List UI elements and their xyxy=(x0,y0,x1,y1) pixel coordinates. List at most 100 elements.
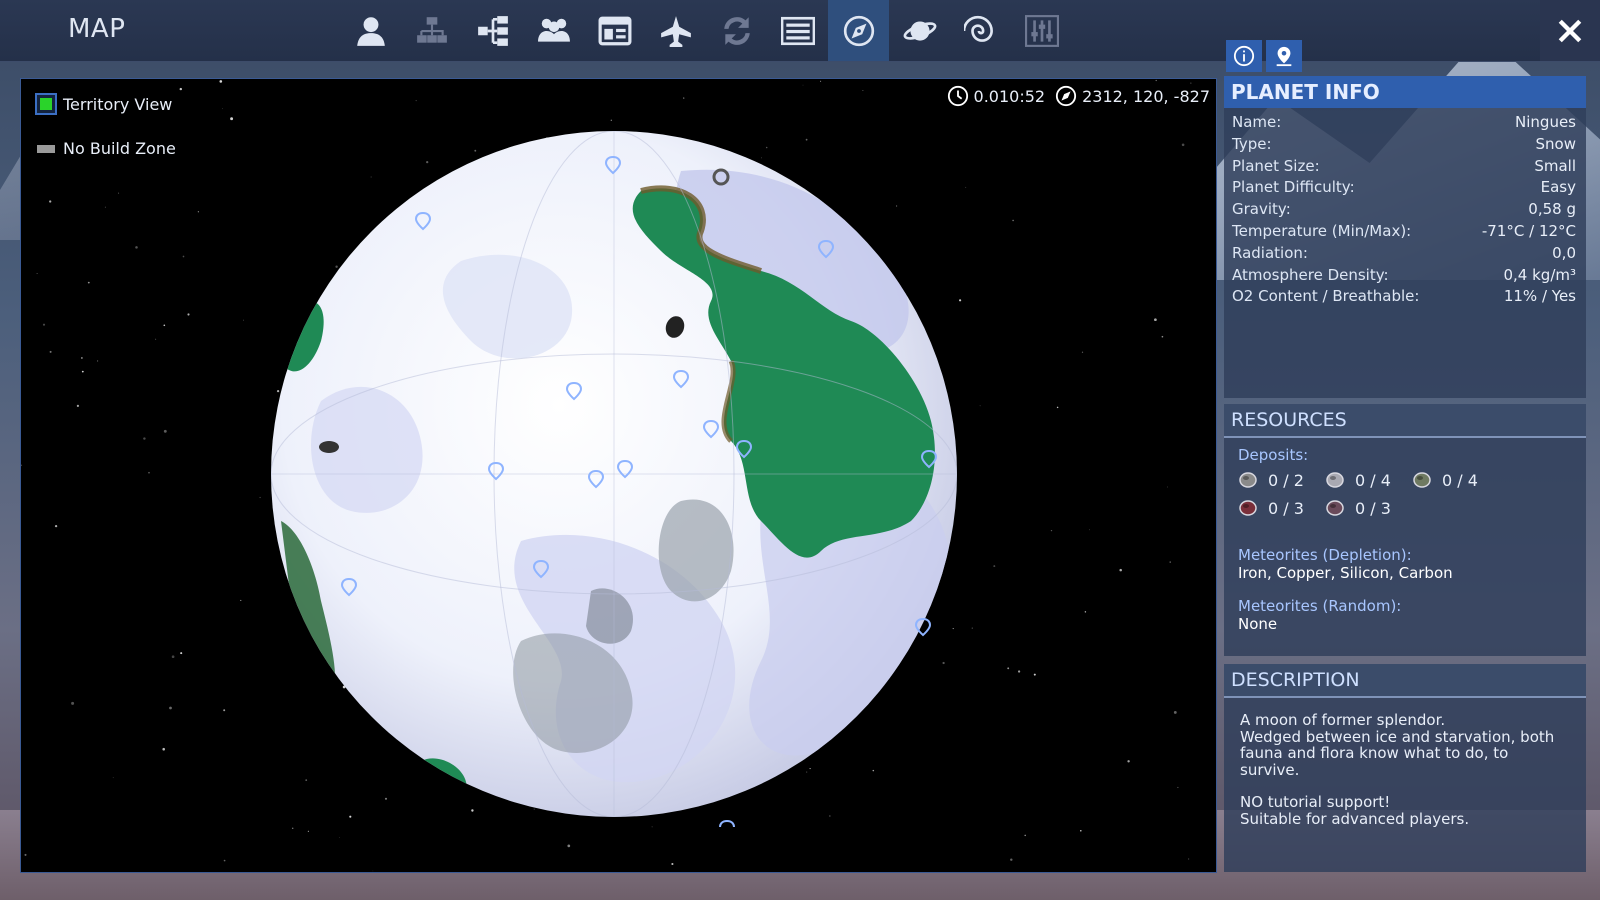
planet-button[interactable] xyxy=(889,0,950,61)
description-line-1: A moon of former splendor. xyxy=(1240,711,1446,729)
swap-button[interactable] xyxy=(706,0,767,61)
group-button[interactable] xyxy=(523,0,584,61)
meteorites-random-value: None xyxy=(1238,615,1278,633)
top-bar: MAP xyxy=(0,0,1600,62)
planet-info-value: 0,58 g xyxy=(1528,200,1576,219)
factions-button[interactable] xyxy=(401,0,462,61)
structure-tree-button[interactable] xyxy=(462,0,523,61)
territory-view-label[interactable]: Territory View xyxy=(63,95,172,114)
planet-info-row: Gravity: 0,58 g xyxy=(1232,199,1576,221)
planet-info-row: Atmosphere Density: 0,4 kg/m³ xyxy=(1232,265,1576,287)
planet-info-row: Temperature (Min/Max): -71°C / 12°C xyxy=(1232,221,1576,243)
planet-info-value: 0,0 xyxy=(1552,243,1576,262)
clock-icon xyxy=(947,85,968,107)
galaxy-button[interactable] xyxy=(950,0,1011,61)
compass-button[interactable] xyxy=(828,0,889,61)
player-button[interactable] xyxy=(340,0,401,61)
planet-info-value: Easy xyxy=(1540,178,1576,197)
planet-info-value: Small xyxy=(1534,156,1576,175)
deposit-item[interactable]: 0 / 3 xyxy=(1238,498,1325,518)
swap-icon xyxy=(723,16,750,45)
deposit-item[interactable]: 0 / 3 xyxy=(1325,498,1412,518)
planet-info-value: Ningues xyxy=(1515,113,1576,131)
list-icon xyxy=(780,16,815,45)
planet-info-label: Temperature (Min/Max): xyxy=(1232,221,1412,240)
info-icon xyxy=(1233,45,1255,67)
map-title: MAP xyxy=(68,14,126,44)
compass-small-icon xyxy=(1055,85,1077,107)
meteorites-depletion-label: Meteorites (Depletion): xyxy=(1238,546,1412,564)
description-text-1: A moon of former splendor. Wedged between… xyxy=(1240,712,1570,778)
planet-info-label: Atmosphere Density: xyxy=(1232,265,1389,284)
planet-info-panel: PLANET INFO Name: Ningues Type: Snow Planet … xyxy=(1224,76,1586,398)
ore-gray-icon xyxy=(1239,472,1257,488)
description-line-4: Suitable for advanced players. xyxy=(1240,809,1470,828)
ship-icon xyxy=(660,15,691,47)
tab-info[interactable] xyxy=(1226,40,1262,72)
no-build-zone-swatch xyxy=(37,144,55,153)
compass-icon xyxy=(843,15,874,46)
ore-silver-icon xyxy=(1326,472,1344,488)
planet-info-row: Planet Size: Small xyxy=(1232,156,1576,178)
deposit-count: 0 / 4 xyxy=(1355,470,1391,490)
ore-red-icon xyxy=(1239,500,1257,516)
planet-icon xyxy=(903,20,936,41)
group-icon xyxy=(537,18,570,42)
deposit-item[interactable]: 0 / 4 xyxy=(1412,470,1499,490)
description-line-2: Wedged between ice and starvation, both … xyxy=(1240,727,1555,779)
map-readout: 0.010:52 2312, 120, -827 xyxy=(947,85,1210,107)
resources-panel: RESOURCES Deposits: 0 / 2 0 / 4 0 / 4 0 / 3… xyxy=(1224,404,1586,656)
planet-info-row: Name: Ningues xyxy=(1232,112,1576,134)
close-button[interactable] xyxy=(1540,0,1600,61)
planet-info-value: Snow xyxy=(1535,134,1576,153)
ship-button[interactable] xyxy=(645,0,706,61)
planet-info-row: Radiation: 0,0 xyxy=(1232,243,1576,265)
meteorites-depletion-value: Iron, Copper, Silicon, Carbon xyxy=(1238,564,1453,582)
window-icon xyxy=(598,16,631,45)
planet-info-label: Planet Size: xyxy=(1232,156,1320,175)
settings-sliders-button[interactable] xyxy=(1011,0,1072,61)
planet-info-label: O2 Content / Breathable: xyxy=(1232,287,1420,306)
planet-info-label: Radiation: xyxy=(1232,243,1308,262)
planet-map-view[interactable]: Territory View No Build Zone 0.010:52 23… xyxy=(20,78,1217,873)
close-icon xyxy=(1558,19,1582,42)
planet-info-label: Gravity: xyxy=(1232,200,1291,219)
deposit-count: 0 / 4 xyxy=(1442,470,1478,490)
factions-icon xyxy=(416,16,447,43)
deposit-count: 0 / 3 xyxy=(1355,498,1391,518)
settings-sliders-icon xyxy=(1024,14,1059,47)
deposits-label: Deposits: xyxy=(1238,446,1309,464)
deposit-item[interactable]: 0 / 4 xyxy=(1325,470,1412,490)
planet-info-title: PLANET INFO xyxy=(1224,76,1586,108)
ore-green-icon xyxy=(1413,472,1431,488)
description-line-3: NO tutorial support! xyxy=(1240,793,1391,811)
galaxy-icon xyxy=(963,15,993,42)
territory-view-checkbox[interactable] xyxy=(35,93,57,115)
list-button[interactable] xyxy=(767,0,828,61)
planet-info-label: Type: xyxy=(1232,134,1272,153)
tab-location[interactable] xyxy=(1266,40,1302,72)
deposit-count: 0 / 2 xyxy=(1268,470,1304,490)
game-time: 0.010:52 xyxy=(973,86,1046,106)
deposit-count: 0 / 3 xyxy=(1268,498,1304,518)
description-title: DESCRIPTION xyxy=(1224,664,1586,698)
ore-mauve-icon xyxy=(1326,500,1344,516)
planet-info-row: O2 Content / Breathable: 11% / Yes xyxy=(1232,286,1576,308)
planet-info-row: Type: Snow xyxy=(1232,134,1576,156)
planet-info-rows: Name: Ningues Type: Snow Planet Size: Small Pl… xyxy=(1224,108,1586,308)
planet-info-value: 0,4 kg/m³ xyxy=(1503,265,1576,284)
planet-info-value: 11% / Yes xyxy=(1503,287,1576,306)
info-tabs xyxy=(1226,40,1306,72)
planet-info-value: -71°C / 12°C xyxy=(1481,221,1576,240)
planet-info-label: Planet Difficulty: xyxy=(1232,178,1355,197)
player-icon xyxy=(356,16,385,46)
window-button[interactable] xyxy=(584,0,645,61)
structure-tree-icon xyxy=(477,15,508,46)
map-legend: Territory View No Build Zone xyxy=(35,93,176,182)
description-panel: DESCRIPTION A moon of former splendor. We… xyxy=(1224,664,1586,872)
location-pin-icon xyxy=(1276,46,1292,67)
planet-info-row: Planet Difficulty: Easy xyxy=(1232,177,1576,199)
planet-globe[interactable] xyxy=(261,121,967,827)
deposit-item[interactable]: 0 / 2 xyxy=(1238,470,1325,490)
resources-title: RESOURCES xyxy=(1224,404,1586,438)
